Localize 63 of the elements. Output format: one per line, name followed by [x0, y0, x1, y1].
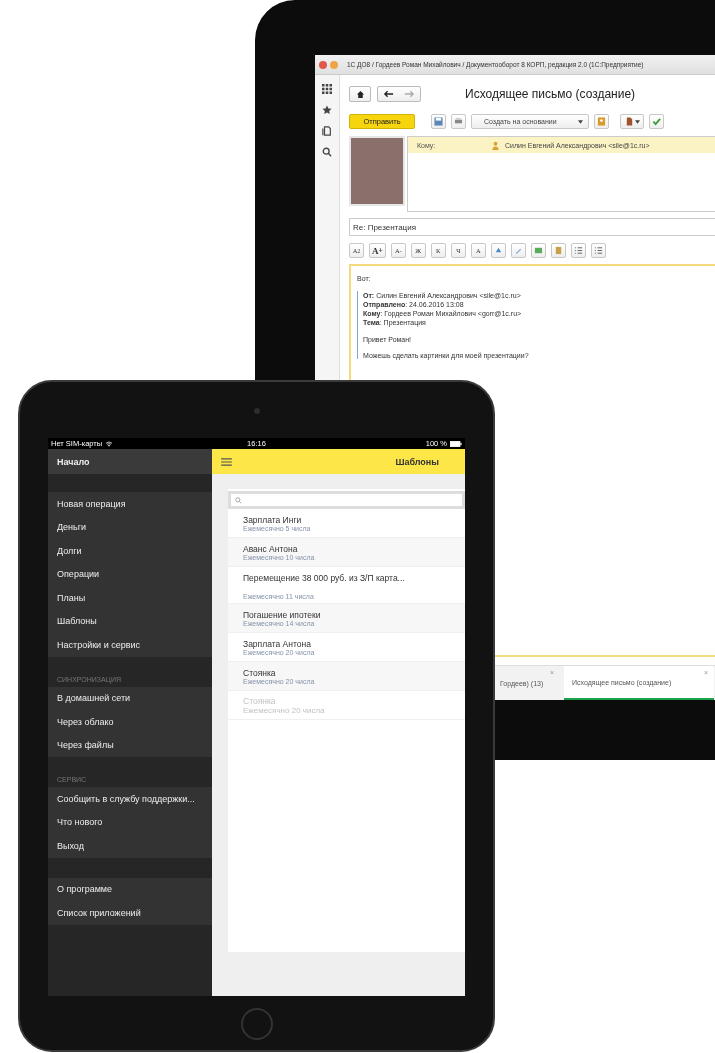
sidebar-item[interactable]: Через файлы: [48, 733, 212, 757]
save-button[interactable]: [431, 114, 446, 129]
template-title: Перемещение 38 000 руб. из З/П карта...: [243, 573, 406, 583]
sidebar-item[interactable]: О программе: [48, 877, 212, 901]
template-title: Зарплата Антона: [243, 638, 312, 649]
person-icon: [492, 140, 499, 150]
caret-icon: [634, 119, 640, 124]
camera-icon: [254, 408, 260, 414]
sidebar-item[interactable]: Сообщить в службу поддержки...: [48, 787, 212, 811]
image-icon: [533, 246, 543, 255]
sidebar-item[interactable]: Шаблоны: [48, 609, 212, 633]
address-book-button[interactable]: [594, 114, 609, 129]
search-field[interactable]: [228, 491, 465, 509]
checkmark-icon: [652, 117, 661, 126]
template-title: Зарплата Инги: [243, 514, 303, 525]
list-icon: [593, 246, 603, 255]
format-button[interactable]: [490, 243, 506, 258]
book-icon: [597, 117, 606, 126]
home-icon: [355, 89, 365, 99]
sidebar-item[interactable]: Через облако: [48, 710, 212, 734]
search-icon: [235, 496, 242, 504]
sidebar-item[interactable]: Новая операция: [48, 492, 212, 516]
app-logo-icon: [319, 60, 327, 69]
sidebar-title: Начало: [48, 449, 212, 474]
sidebar-item[interactable]: Список приложений: [48, 901, 212, 925]
sidebar-item[interactable]: Планы: [48, 586, 212, 610]
triangle-icon: [493, 246, 503, 255]
document-icon[interactable]: [322, 126, 332, 136]
template-title: Стоянка: [243, 667, 277, 678]
sidebar-item[interactable]: Долги: [48, 539, 212, 563]
screen-title: Шаблоны: [395, 456, 439, 467]
form-title: Исходящее письмо (создание): [465, 87, 636, 101]
subject-field[interactable]: Re: Презентация: [349, 218, 715, 236]
wifi-icon: [105, 440, 114, 447]
battery-icon: [450, 440, 462, 447]
star-icon[interactable]: [322, 105, 332, 115]
format-button[interactable]: [550, 243, 566, 258]
template-title: Аванс Антона: [243, 543, 299, 554]
printer-icon: [454, 117, 463, 126]
format-button[interactable]: [590, 243, 606, 258]
sidebar-item[interactable]: Настройки и сервис: [48, 633, 212, 657]
spell-check-button[interactable]: [649, 114, 664, 129]
brush-icon: [513, 246, 523, 255]
clipboard-icon: [553, 246, 563, 255]
caret-icon: [578, 119, 583, 124]
document-menu-button[interactable]: [620, 114, 644, 129]
forward-arrow-icon[interactable]: [404, 90, 415, 98]
home-button[interactable]: [349, 86, 371, 102]
sidebar-item[interactable]: Операции: [48, 562, 212, 586]
format-button[interactable]: [530, 243, 546, 258]
template-title: Погашение ипотеки: [243, 609, 322, 620]
grid-icon[interactable]: [322, 84, 332, 94]
format-button[interactable]: [570, 243, 586, 258]
document-icon: [624, 117, 634, 126]
sidebar-item[interactable]: Деньги: [48, 515, 212, 539]
back-arrow-icon[interactable]: [383, 90, 394, 98]
print-button[interactable]: [451, 114, 466, 129]
photo-placeholder: [349, 136, 405, 206]
list-icon: [573, 246, 583, 255]
sidebar-item[interactable]: В домашней сети: [48, 686, 212, 710]
search-icon[interactable]: [322, 147, 332, 157]
sidebar-item[interactable]: Что нового: [48, 810, 212, 834]
sidebar-item[interactable]: Выход: [48, 834, 212, 858]
